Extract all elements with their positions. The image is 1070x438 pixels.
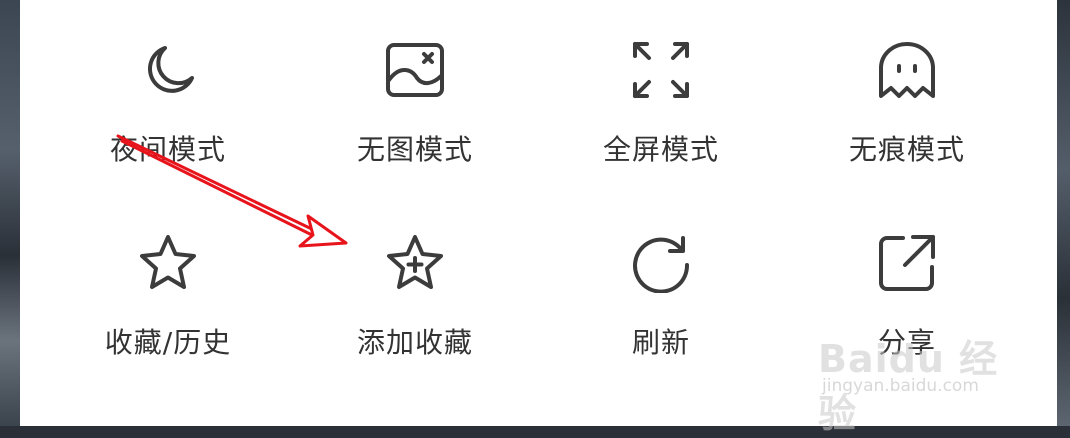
menu-item-label: 夜间模式 (109, 133, 226, 166)
moon-icon (138, 40, 198, 100)
browser-menu-panel: 夜间模式 无图模式 全屏模式 无痕模式 收藏/历史 添加收藏 刷新 分享 (20, 0, 1057, 426)
menu-item-label: 收藏/历史 (104, 326, 232, 359)
fullscreen-icon (631, 40, 691, 100)
menu-item-label: 分享 (877, 326, 936, 359)
menu-item-label: 刷新 (631, 326, 690, 359)
menu-item-fullscreen-mode[interactable]: 全屏模式 (561, 0, 761, 170)
menu-item-no-image-mode[interactable]: 无图模式 (315, 0, 515, 170)
ghost-icon (877, 40, 937, 100)
background-left-edge (0, 0, 20, 426)
menu-item-refresh[interactable]: 刷新 (561, 193, 761, 363)
menu-item-label: 无图模式 (356, 133, 473, 166)
menu-item-favorites-history[interactable]: 收藏/历史 (68, 193, 268, 363)
menu-item-label: 无痕模式 (848, 133, 965, 166)
menu-item-incognito-mode[interactable]: 无痕模式 (807, 0, 1007, 170)
menu-item-night-mode[interactable]: 夜间模式 (68, 0, 268, 170)
no-image-icon (385, 40, 445, 100)
menu-item-add-favorite[interactable]: 添加收藏 (315, 193, 515, 363)
menu-item-label: 添加收藏 (356, 326, 473, 359)
menu-item-label: 全屏模式 (602, 133, 719, 166)
refresh-icon (631, 233, 691, 293)
star-icon (138, 233, 198, 293)
share-icon (877, 233, 937, 293)
background-right-edge (1057, 0, 1070, 426)
star-plus-icon (385, 233, 445, 293)
menu-item-share[interactable]: 分享 (807, 193, 1007, 363)
